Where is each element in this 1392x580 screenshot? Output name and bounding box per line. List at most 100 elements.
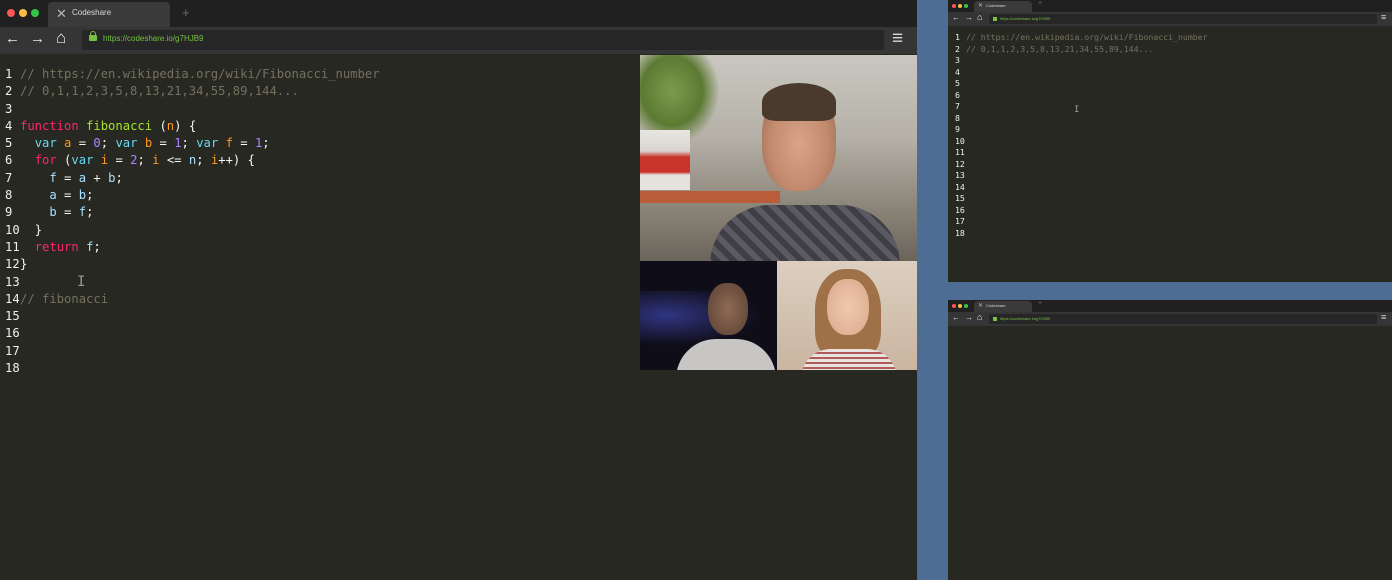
text-cursor-icon: I [1074, 105, 1080, 115]
code-line[interactable]: 6 for (var i = 2; i <= n; i++) { [5, 152, 380, 169]
close-window-button[interactable] [952, 304, 956, 308]
code-line[interactable]: 15 [955, 193, 1208, 205]
code-line[interactable]: 2 // 0,1,1,2,3,5,8,13,21,34,55,89,144... [955, 44, 1208, 56]
close-window-button[interactable] [952, 4, 956, 8]
maximize-window-button[interactable] [964, 304, 968, 308]
code-line[interactable]: 3 [5, 101, 380, 118]
line-number: 10 [5, 222, 20, 237]
line-number: 6 [5, 153, 13, 168]
code-line[interactable]: 11 [955, 147, 1208, 159]
line-text: } [20, 257, 28, 272]
line-number: 12 [955, 158, 965, 169]
code-editor[interactable]: 1 // https://en.wikipedia.org/wiki/Fibona… [5, 66, 380, 377]
code-line[interactable]: 5 var a = 0; var b = 1; var f = 1; [5, 135, 380, 152]
minimize-window-button[interactable] [19, 9, 27, 17]
line-number: 18 [955, 227, 965, 238]
url-bar: ← → ⌂ https://codeshare.io/g7HJB9 ≡ [948, 312, 1392, 326]
line-number: 8 [955, 112, 960, 123]
code-line[interactable]: 10 [955, 136, 1208, 148]
code-line[interactable]: 18 [955, 228, 1208, 240]
back-icon[interactable]: ← [952, 13, 960, 22]
maximize-window-button[interactable] [964, 4, 968, 8]
url-text: https://codeshare.io/g7HJB9 [1000, 16, 1051, 21]
url-text: https://codeshare.io/g7HJB9 [103, 34, 204, 43]
code-line[interactable]: 13 [955, 170, 1208, 182]
code-line[interactable]: 3 [955, 55, 1208, 67]
code-line[interactable]: 5 [955, 78, 1208, 90]
code-line[interactable]: 7 [955, 101, 1208, 113]
line-number: 5 [5, 136, 13, 151]
new-tab-button[interactable]: + [1038, 300, 1042, 307]
tab-codeshare[interactable]: ✕ Codeshare [48, 2, 170, 27]
home-icon[interactable]: ⌂ [977, 12, 982, 22]
line-number: 14 [955, 181, 965, 192]
line-number: 5 [955, 78, 960, 88]
minimize-window-button[interactable] [958, 4, 962, 8]
line-number: 2 [5, 84, 13, 99]
address-field[interactable]: https://codeshare.io/g7HJB9 [82, 30, 884, 50]
code-line[interactable]: 17 [955, 216, 1208, 228]
menu-icon[interactable]: ≡ [1381, 312, 1386, 322]
code-line[interactable]: 10 } [5, 222, 380, 239]
back-icon[interactable]: ← [5, 30, 20, 47]
line-number: 10 [955, 135, 965, 146]
menu-icon[interactable]: ≡ [1381, 12, 1386, 22]
line-number: 12 [5, 257, 20, 272]
maximize-window-button[interactable] [31, 9, 39, 17]
line-number: 3 [955, 55, 960, 65]
home-icon[interactable]: ⌂ [977, 312, 982, 322]
code-line[interactable]: 14 [955, 182, 1208, 194]
new-tab-button[interactable]: + [182, 5, 190, 20]
code-line[interactable]: 1 // https://en.wikipedia.org/wiki/Fibona… [955, 32, 1208, 44]
forward-icon[interactable]: → [965, 13, 973, 22]
forward-icon[interactable]: → [30, 30, 45, 47]
code-line[interactable]: 17 [5, 343, 380, 360]
code-line[interactable]: 18 [5, 360, 380, 377]
code-line[interactable]: 15 [5, 308, 380, 325]
close-window-button[interactable] [7, 9, 15, 17]
code-line[interactable]: 4 [955, 67, 1208, 79]
lock-icon [993, 317, 997, 321]
address-field[interactable]: https://codeshare.io/g7HJB9 [989, 314, 1377, 324]
menu-icon[interactable]: ≡ [892, 28, 903, 50]
home-icon[interactable]: ⌂ [56, 28, 66, 48]
code-line[interactable]: 11 return f; [5, 239, 380, 256]
red-pot [640, 130, 690, 190]
line-text: b = f; [49, 205, 94, 220]
code-line[interactable]: 16 [5, 325, 380, 342]
line-number: 9 [5, 205, 13, 220]
side-browser-window-bottom: ✕ Codeshare + ← → ⌂ https://codeshare.io… [948, 300, 1392, 580]
line-number: 17 [5, 343, 20, 358]
code-line[interactable]: 16 [955, 205, 1208, 217]
main-browser-window: ✕ Codeshare + ← → ⌂ https://codeshare.io… [0, 0, 917, 580]
forward-icon[interactable]: → [965, 313, 973, 322]
code-line[interactable]: 8 a = b; [5, 187, 380, 204]
code-line[interactable]: 12 [955, 159, 1208, 171]
code-line[interactable]: 9 b = f; [5, 204, 380, 221]
line-number: 4 [955, 66, 960, 77]
code-line[interactable]: 13 [5, 274, 380, 291]
code-line[interactable]: 6 [955, 90, 1208, 102]
line-number: 2 [955, 43, 960, 54]
line-number: 8 [5, 188, 13, 203]
code-editor[interactable]: 1 // https://en.wikipedia.org/wiki/Fibona… [955, 32, 1208, 239]
person-shirt [801, 349, 897, 370]
video-participant-main [640, 55, 917, 261]
code-line[interactable]: 12} [5, 256, 380, 273]
code-line[interactable]: 9 [955, 124, 1208, 136]
address-field[interactable]: https://codeshare.io/g7HJB9 [989, 14, 1377, 24]
code-line[interactable]: 2 // 0,1,1,2,3,5,8,13,21,34,55,89,144... [5, 83, 380, 100]
code-line[interactable]: 7 f = a + b; [5, 170, 380, 187]
tab-codeshare[interactable]: ✕ Codeshare [974, 1, 1032, 12]
minimize-window-button[interactable] [958, 304, 962, 308]
line-number: 3 [5, 101, 13, 116]
line-number: 17 [955, 216, 965, 226]
video-participant-right [777, 261, 917, 370]
code-line[interactable]: 4 function fibonacci (n) { [5, 118, 380, 135]
new-tab-button[interactable]: + [1038, 0, 1042, 7]
code-line[interactable]: 8 [955, 113, 1208, 125]
code-line[interactable]: 1 // https://en.wikipedia.org/wiki/Fibona… [5, 66, 380, 83]
back-icon[interactable]: ← [952, 313, 960, 322]
code-line[interactable]: 14// fibonacci [5, 291, 380, 308]
tab-codeshare[interactable]: ✕ Codeshare [974, 301, 1032, 312]
